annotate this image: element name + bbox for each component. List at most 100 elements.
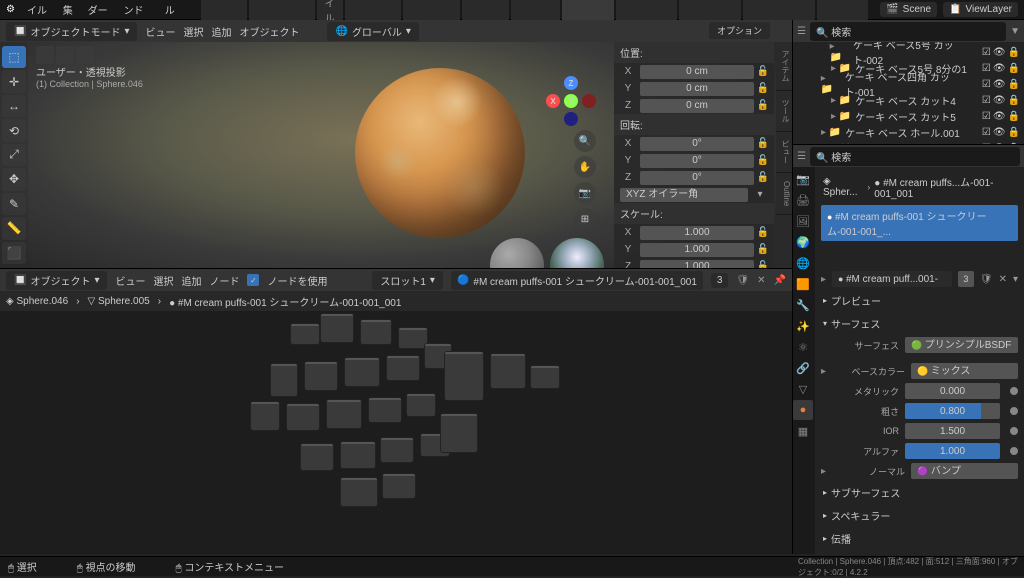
filter-icon[interactable]: ▼ [1010, 26, 1020, 37]
shader-node[interactable] [320, 313, 354, 343]
mat-name-field[interactable]: ● #M cream puff...001-001_001 [832, 271, 952, 287]
vp-gizmo-toggle[interactable] [56, 46, 74, 64]
panel-specular[interactable]: スペキュラー [821, 504, 1018, 527]
scl-x[interactable]: 1.000 [640, 226, 754, 240]
roughness-value[interactable]: 0.800 [905, 403, 1000, 419]
shader-node[interactable] [300, 443, 334, 471]
tab-modifier[interactable]: 🔧 [793, 295, 813, 315]
outliner-item[interactable]: ▸ 📁ケーキ ベース5号 カット-002☑👁🔒 [793, 44, 1024, 60]
bc-mat[interactable]: ● #M cream puffs-001 シュークリーム-001-001_001 [169, 294, 401, 309]
ne-mode[interactable]: 🔲 オブジェクト ▾ [6, 271, 107, 290]
tool-move[interactable]: ↔ [2, 95, 26, 117]
shader-node[interactable] [340, 477, 378, 507]
vp-menu-object[interactable]: オブジェクト [239, 24, 299, 39]
loc-z[interactable]: 0 cm [640, 99, 754, 113]
vp-menu-add[interactable]: 追加 [211, 24, 231, 39]
mode-selector[interactable]: 🔲 オブジェクトモード ▾ [6, 22, 137, 41]
nav-gizmo[interactable]: Z X Y [546, 76, 596, 126]
normal-value[interactable]: 🟣 バンプ [911, 463, 1018, 479]
ne-node[interactable]: ノード [209, 273, 239, 288]
shader-node[interactable] [326, 399, 362, 429]
tool-rotate[interactable]: ⟲ [2, 119, 26, 141]
panel-emission[interactable]: 伝播 [821, 527, 1018, 550]
orientation-selector[interactable]: 🌐 グローバル ▾ [327, 22, 418, 41]
tab-scene[interactable]: 🌍 [793, 232, 813, 252]
vp-menu-select[interactable]: 選択 [183, 24, 203, 39]
props-bc-mat[interactable]: ● #M cream puffs...ム-001-001_001 [874, 174, 1016, 200]
tab-view[interactable]: 🖼 [793, 211, 813, 231]
base-color[interactable]: 🟡 ミックス [911, 363, 1018, 379]
nav-camera-icon[interactable]: 📷 [574, 182, 596, 204]
viewport-object-main[interactable] [355, 68, 525, 238]
rot-z[interactable]: 0° [640, 171, 754, 185]
npanel-tab[interactable]: ツール [776, 91, 792, 132]
vp-shading-toggle[interactable] [76, 46, 94, 64]
tab-constraint[interactable]: 🔗 [793, 358, 813, 378]
shader-node[interactable] [406, 393, 436, 417]
material-name[interactable]: 🔵 #M cream puffs-001 シュークリーム-001-001_001 [451, 271, 703, 290]
shader-node[interactable] [304, 361, 338, 391]
alpha-value[interactable]: 1.000 [905, 443, 1000, 459]
rot-x[interactable]: 0° [640, 137, 754, 151]
metallic-value[interactable]: 0.000 [905, 383, 1000, 399]
outliner-search[interactable]: 🔍 検索 [810, 22, 1006, 41]
scl-y[interactable]: 1.000 [640, 243, 754, 257]
metallic-dot-icon[interactable] [1010, 387, 1018, 395]
shield-icon[interactable]: 🛡 [736, 275, 749, 286]
pin-icon[interactable]: 📌 [774, 275, 786, 286]
nav-persp-icon[interactable]: ⊞ [574, 208, 596, 230]
ior-dot-icon[interactable] [1010, 427, 1018, 435]
shader-node[interactable] [344, 357, 380, 387]
tab-world[interactable]: 🌐 [793, 253, 813, 273]
npanel-tab[interactable]: アイテム [776, 42, 792, 91]
props-search[interactable]: 🔍 検索 [810, 147, 1020, 166]
ne-select[interactable]: 選択 [153, 273, 173, 288]
tab-particles[interactable]: ✨ [793, 316, 813, 336]
unlink-icon[interactable]: ✕ [757, 275, 765, 286]
viewlayer-selector[interactable]: 📋 ViewLayer [943, 2, 1018, 17]
rotation-mode[interactable]: XYZ オイラー角 [620, 188, 748, 202]
bc-mesh[interactable]: ▽ Sphere.005 [88, 296, 150, 307]
npanel-tab[interactable]: ビュー [776, 132, 792, 173]
tab-physics[interactable]: ⚛ [793, 337, 813, 357]
panel-subsurface[interactable]: サブサーフェス [821, 481, 1018, 504]
outliner-item[interactable]: ▸ 📁ケーキ ベース四角 カット-001☑👁🔒 [793, 76, 1024, 92]
shader-node[interactable] [386, 355, 420, 381]
scene-selector[interactable]: 🎬 Scene [880, 2, 937, 17]
shader-node[interactable] [382, 473, 416, 499]
loc-x[interactable]: 0 cm [640, 65, 754, 79]
shader-node[interactable] [440, 413, 478, 453]
npanel-tab[interactable]: Outline [776, 173, 792, 215]
shader-node[interactable] [444, 351, 484, 401]
shader-node[interactable] [380, 437, 414, 463]
shader-node[interactable] [290, 323, 320, 345]
ne-add[interactable]: 追加 [181, 273, 201, 288]
mat-users[interactable]: 3 [958, 271, 974, 287]
rough-dot-icon[interactable] [1010, 407, 1018, 415]
material-users[interactable]: 3 [711, 273, 729, 288]
props-bc-obj[interactable]: ◈ Spher... [823, 176, 863, 198]
tab-render[interactable]: 📷 [793, 169, 813, 189]
vp-menu-view[interactable]: ビュー [145, 24, 175, 39]
outliner-item[interactable]: ▸ 📁ケーキ ベース ホール.001☑👁🔒 [793, 124, 1024, 140]
tab-material[interactable]: ● [793, 400, 813, 420]
shader-node[interactable] [340, 441, 376, 469]
shader-node[interactable] [368, 397, 402, 423]
tab-data[interactable]: ▽ [793, 379, 813, 399]
material-slot[interactable]: ● #M cream puffs-001 シュークリーム-001-001_... [821, 205, 1018, 241]
surface-shader[interactable]: 🟢 プリンシプルBSDF [905, 337, 1018, 353]
tool-select[interactable]: ⬚ [2, 46, 26, 68]
ior-value[interactable]: 1.500 [905, 423, 1000, 439]
tool-annotate[interactable]: ✎ [2, 193, 26, 215]
panel-surface[interactable]: サーフェス [821, 312, 1018, 335]
tab-texture[interactable]: ▦ [793, 421, 813, 441]
tool-add[interactable]: ⬛ [2, 242, 26, 264]
ne-view[interactable]: ビュー [115, 273, 145, 288]
bc-obj[interactable]: ◈ Sphere.046 [6, 296, 68, 307]
rot-y[interactable]: 0° [640, 154, 754, 168]
panel-preview[interactable]: プレビュー [821, 289, 1018, 312]
nav-pan-icon[interactable]: ✋ [574, 156, 596, 178]
shader-node[interactable] [250, 401, 280, 431]
viewport-options[interactable]: オプション [709, 22, 770, 39]
nav-zoom-icon[interactable]: 🔍 [574, 130, 596, 152]
